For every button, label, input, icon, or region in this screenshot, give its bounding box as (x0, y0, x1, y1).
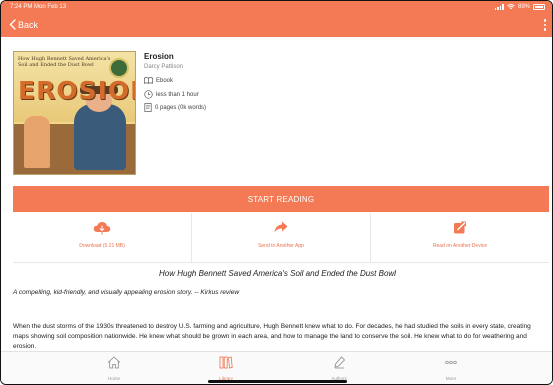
book-duration: less than 1 hour (144, 90, 199, 99)
status-bar: 7:24 PM Mon Feb 13 89% (1, 1, 552, 14)
back-label: Back (18, 19, 39, 30)
award-seal-icon (109, 58, 129, 78)
book-cover: How Hugh Bennett Saved America's Soil an… (13, 51, 136, 175)
home-icon (107, 356, 121, 369)
book-format: Ebook (144, 77, 173, 84)
download-button[interactable]: Download (5.21 MB) (13, 213, 192, 262)
read-on-device-label: Read on Another Device (432, 243, 488, 249)
tab-home[interactable]: Home (74, 356, 154, 381)
wifi-icon (507, 4, 515, 9)
book-author[interactable]: Darcy Pattison (144, 64, 183, 70)
book-duration-label: less than 1 hour (156, 91, 199, 98)
cover-heading: How Hugh Bennett Saved America's Soil an… (18, 56, 111, 68)
tab-more-label: More (445, 376, 457, 381)
more-icon (445, 360, 457, 365)
status-time: 7:24 PM Mon Feb 13 (10, 4, 67, 10)
cover-title: EROSION (18, 76, 135, 105)
start-reading-button[interactable]: START READING (13, 186, 549, 212)
battery-icon (533, 4, 545, 10)
book-description: When the dust storms of the 1930s threat… (13, 323, 531, 350)
cloud-download-icon (93, 222, 111, 235)
send-to-app-label: Send to Another App (258, 243, 304, 249)
tab-more[interactable]: More (411, 356, 491, 381)
download-label: Download (5.21 MB) (79, 243, 125, 249)
clock-icon (144, 90, 153, 99)
battery-percent: 89% (517, 4, 530, 10)
status-indicators: 89% (494, 4, 545, 10)
share-arrow-icon (274, 221, 288, 233)
book-open-icon (144, 77, 153, 84)
book-review: A compelling, kid-friendly, and visually… (13, 289, 240, 296)
document-icon (144, 103, 152, 112)
back-button[interactable]: Back (9, 19, 38, 30)
more-options-icon[interactable] (543, 19, 547, 33)
app-window: 7:24 PM Mon Feb 13 89% Back How Hugh Ben… (0, 0, 553, 385)
tab-authors[interactable]: Authors (299, 356, 379, 381)
read-on-device-button[interactable]: Read on Another Device (371, 213, 549, 262)
book-pages: 0 pages (0k words) (144, 103, 206, 112)
book-format-label: Ebook (156, 77, 174, 84)
send-to-app-button[interactable]: Send to Another App (192, 213, 371, 262)
book-pages-label: 0 pages (0k words) (155, 104, 207, 111)
cover-figure-left (24, 116, 50, 168)
home-indicator[interactable] (208, 380, 347, 383)
library-icon (219, 356, 233, 369)
book-title: Erosion (144, 52, 174, 61)
action-row: Download (5.21 MB) Send to Another App R… (13, 213, 549, 263)
chevron-left-icon (9, 19, 16, 30)
cover-figure-right (74, 104, 126, 170)
tab-library[interactable]: Library (186, 356, 266, 381)
top-bar: 7:24 PM Mon Feb 13 89% Back (1, 1, 552, 37)
authors-icon (334, 356, 346, 369)
book-subtitle: How Hugh Bennett Saved America's Soil an… (159, 269, 396, 278)
nav-bar: Back (1, 16, 552, 36)
tab-home-label: Home (107, 376, 120, 381)
external-link-icon (454, 221, 466, 234)
signal-icon (494, 4, 504, 10)
